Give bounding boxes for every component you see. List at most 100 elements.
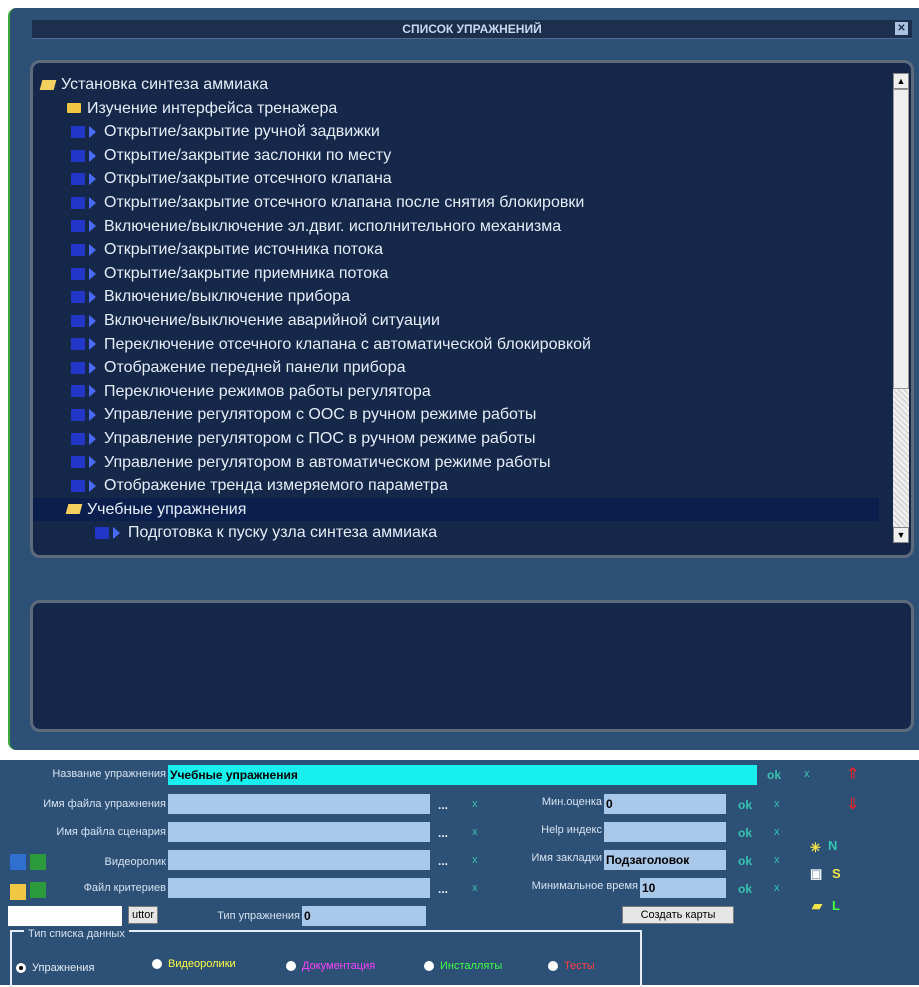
description-box xyxy=(30,600,914,732)
help-field[interactable] xyxy=(604,822,726,842)
file-field[interactable] xyxy=(168,794,430,814)
move-up-icon[interactable]: ⇑ xyxy=(846,764,859,784)
radio-dot-icon xyxy=(548,961,558,972)
editor-input[interactable] xyxy=(8,906,122,926)
folder-open-icon xyxy=(65,504,83,515)
play-arrow-icon xyxy=(89,361,96,374)
bookmark-clear-button[interactable]: x xyxy=(774,854,780,866)
tree-item[interactable]: Управление регулятором в автоматическом … xyxy=(33,451,879,475)
radio-videos[interactable]: Видеоролики xyxy=(152,958,236,970)
radio-dot-icon xyxy=(424,961,434,972)
exercise-icon xyxy=(71,220,85,233)
tree-item[interactable]: Открытие/закрытие ручной задвижки xyxy=(33,120,879,144)
bookmark-field[interactable]: Подзаголовок xyxy=(604,850,726,870)
tree-item[interactable]: Открытие/закрытие источника потока xyxy=(33,238,879,262)
exercise-icon xyxy=(71,409,85,422)
load-folder-icon[interactable]: ▰ xyxy=(812,898,822,914)
tree-group-interface[interactable]: Изучение интерфейса тренажера xyxy=(33,97,879,121)
scroll-up-icon[interactable]: ▲ xyxy=(893,73,909,89)
exercise-icon xyxy=(71,314,85,327)
tree-item[interactable]: Управление регулятором с ООС в ручном ре… xyxy=(33,403,879,427)
exercise-icon xyxy=(71,243,85,256)
name-clear-button[interactable]: x xyxy=(804,768,810,780)
radio-installs[interactable]: Инсталляты xyxy=(424,960,502,972)
min-time-ok-button[interactable]: ok xyxy=(738,882,752,896)
criteria-field[interactable] xyxy=(168,878,430,898)
bookmark-ok-button[interactable]: ok xyxy=(738,854,752,868)
exercise-icon xyxy=(71,267,85,280)
folder-open-icon xyxy=(39,79,57,90)
tree-item[interactable]: Переключение режимов работы регулятора xyxy=(33,380,879,404)
video-clear-button[interactable]: x xyxy=(472,854,478,866)
window-titlebar: СПИСОК УПРАЖНЕНИЙ ✕ xyxy=(32,20,912,39)
load-label[interactable]: L xyxy=(832,898,840,913)
file-clear-button[interactable]: x xyxy=(472,798,478,810)
help-clear-button[interactable]: x xyxy=(774,826,780,838)
new-icon[interactable]: ✳ xyxy=(810,840,821,856)
new-label[interactable]: N xyxy=(828,838,837,853)
tree-item[interactable]: Открытие/закрытие отсечного клапана посл… xyxy=(33,191,879,215)
name-ok-button[interactable]: ok xyxy=(767,768,781,782)
tree-item[interactable]: Отображение тренда измеряемого параметра xyxy=(33,474,879,498)
video-browse-button[interactable]: ... xyxy=(438,854,448,868)
exercise-tree: Установка синтеза аммиака Изучение интер… xyxy=(33,73,879,545)
radio-tests[interactable]: Тесты xyxy=(548,960,595,972)
tree-item[interactable]: Открытие/закрытие отсечного клапана xyxy=(33,167,879,191)
min-time-clear-button[interactable]: x xyxy=(774,882,780,894)
criteria-label: Файл критериев xyxy=(83,882,166,894)
min-score-ok-button[interactable]: ok xyxy=(738,798,752,812)
excel-export-icon[interactable] xyxy=(30,882,46,898)
tree-item[interactable]: Включение/выключение эл.двиг. исполнител… xyxy=(33,215,879,239)
tree-item[interactable]: Открытие/закрытие заслонки по месту xyxy=(33,144,879,168)
create-maps-button[interactable]: Создать карты xyxy=(622,906,734,924)
type-field[interactable]: 0 xyxy=(302,906,426,926)
min-score-clear-button[interactable]: x xyxy=(774,798,780,810)
scenario-field[interactable] xyxy=(168,822,430,842)
tree-item[interactable]: Отображение передней панели прибора xyxy=(33,356,879,380)
editor-button[interactable]: uttor xyxy=(128,906,158,924)
radio-exercises[interactable]: Упражнения xyxy=(16,962,94,974)
excel-icon[interactable] xyxy=(30,854,46,870)
tree-group-training[interactable]: Учебные упражнения xyxy=(33,497,879,522)
criteria-clear-button[interactable]: x xyxy=(472,882,478,894)
save-icon[interactable] xyxy=(10,854,26,870)
exercise-icon xyxy=(71,432,85,445)
tree-item[interactable]: Управление регулятором с ПОС в ручном ре… xyxy=(33,427,879,451)
tree-scrollbar[interactable]: ▲ ▼ xyxy=(893,73,909,543)
radio-dot-icon xyxy=(286,961,296,972)
radio-dot-icon xyxy=(16,963,26,974)
tree-item[interactable]: Включение/выключение прибора xyxy=(33,285,879,309)
criteria-browse-button[interactable]: ... xyxy=(438,882,448,896)
tree-item[interactable]: Переключение отсечного клапана с автомат… xyxy=(33,333,879,357)
scroll-down-icon[interactable]: ▼ xyxy=(893,527,909,543)
play-arrow-icon xyxy=(89,243,96,256)
open-folder-icon[interactable] xyxy=(10,884,26,900)
radio-dot-icon xyxy=(152,959,162,970)
tree-item[interactable]: Открытие/закрытие приемника потока xyxy=(33,262,879,286)
play-arrow-icon xyxy=(89,149,96,162)
exercise-icon xyxy=(71,125,85,138)
save-disk-icon[interactable]: ▣ xyxy=(810,866,822,882)
tree-item[interactable]: Подготовка к пуску узла синтеза аммиака xyxy=(33,521,879,545)
file-browse-button[interactable]: ... xyxy=(438,798,448,812)
exercise-icon xyxy=(71,291,85,304)
close-icon[interactable]: ✕ xyxy=(895,22,908,35)
move-down-icon[interactable]: ⇓ xyxy=(846,794,859,814)
file-label: Имя файла упражнения xyxy=(43,798,166,810)
tree-root[interactable]: Установка синтеза аммиака xyxy=(33,73,879,97)
help-ok-button[interactable]: ok xyxy=(738,826,752,840)
min-time-field[interactable]: 10 xyxy=(640,878,726,898)
scroll-thumb[interactable] xyxy=(893,89,909,389)
name-field[interactable]: Учебные упражнения xyxy=(168,765,757,785)
exercise-icon xyxy=(71,456,85,469)
min-score-field[interactable]: 0 xyxy=(604,794,726,814)
scenario-browse-button[interactable]: ... xyxy=(438,826,448,840)
video-field[interactable] xyxy=(168,850,430,870)
play-arrow-icon xyxy=(89,409,96,422)
tree-item[interactable]: Включение/выключение аварийной ситуации xyxy=(33,309,879,333)
save-label[interactable]: S xyxy=(832,866,841,881)
radio-docs[interactable]: Документация xyxy=(286,960,375,972)
min-time-label: Минимальное время xyxy=(531,880,638,892)
help-label: Help индекс xyxy=(541,824,602,836)
scenario-clear-button[interactable]: x xyxy=(472,826,478,838)
